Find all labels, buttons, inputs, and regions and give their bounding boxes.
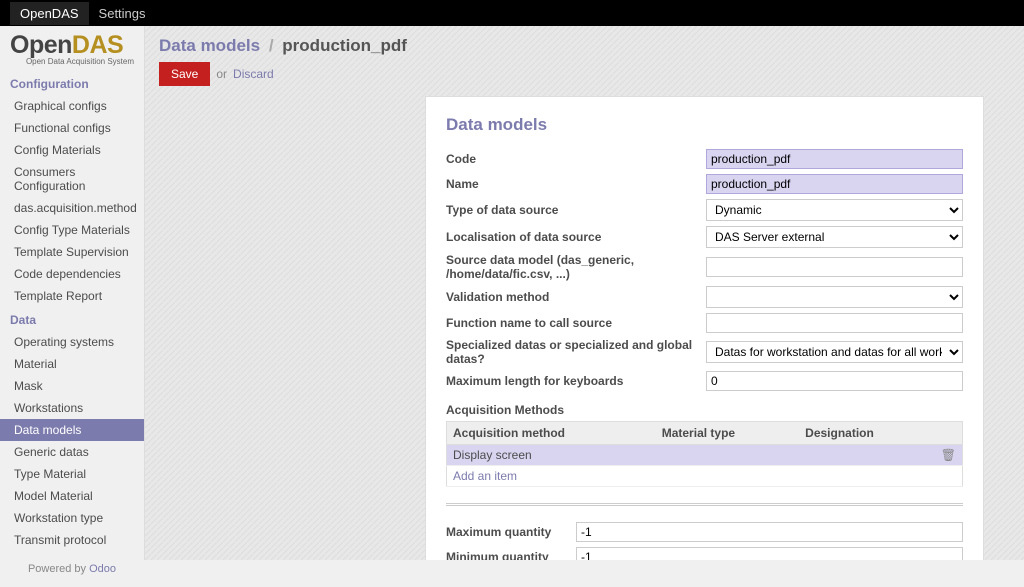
sidebar-item[interactable]: Consumers Configuration xyxy=(0,161,144,197)
func-input[interactable] xyxy=(706,313,963,333)
sidebar-item[interactable]: Functional configs xyxy=(0,117,144,139)
sidebar-item[interactable]: Template Supervision xyxy=(0,241,144,263)
sidebar-item[interactable]: Transmit protocol xyxy=(0,529,144,551)
add-item-link[interactable]: Add an item xyxy=(447,466,963,487)
label-src: Source data model (das_generic, /home/da… xyxy=(446,253,706,281)
name-input[interactable] xyxy=(706,174,963,194)
sidebar-item[interactable]: Workstations xyxy=(0,397,144,419)
topbar-app[interactable]: OpenDAS xyxy=(10,2,89,25)
topbar: OpenDAS Settings xyxy=(0,0,1024,26)
label-code: Code xyxy=(446,152,706,166)
sidebar-item[interactable]: Config Materials xyxy=(0,139,144,161)
discard-link[interactable]: Discard xyxy=(233,67,274,81)
maxlen-input[interactable] xyxy=(706,371,963,391)
label-maxlen: Maximum length for keyboards xyxy=(446,374,706,388)
acq-table: Acquisition method Material type Designa… xyxy=(446,421,963,487)
acq-section: Acquisition Methods xyxy=(446,403,963,417)
sidebar-item[interactable]: das.acquisition.method xyxy=(0,197,144,219)
main: Data models / production_pdf Save or Dis… xyxy=(145,26,1024,560)
sidebar-section-data: Data xyxy=(0,307,144,331)
valid-select[interactable] xyxy=(706,286,963,308)
breadcrumb: Data models / production_pdf xyxy=(145,26,1024,62)
sidebar-item[interactable]: Config Type Materials xyxy=(0,219,144,241)
breadcrumb-root[interactable]: Data models xyxy=(159,36,260,55)
src-input[interactable] xyxy=(706,257,963,277)
footer-link[interactable]: Odoo xyxy=(89,563,116,575)
form-card: Data models Code Name Type of data sourc… xyxy=(425,96,984,560)
label-valid: Validation method xyxy=(446,290,706,304)
topbar-settings[interactable]: Settings xyxy=(89,2,156,25)
sidebar-item[interactable]: Operating systems xyxy=(0,331,144,353)
footer: Powered by Odoo xyxy=(0,551,144,587)
sidebar-item[interactable]: Code dependencies xyxy=(0,263,144,285)
label-func: Function name to call source xyxy=(446,316,706,330)
type-select[interactable]: Dynamic xyxy=(706,199,963,221)
delete-row-icon[interactable]: 🗑 xyxy=(935,445,963,466)
sidebar-item[interactable]: Data models xyxy=(0,419,144,441)
label-type: Type of data source xyxy=(446,203,706,217)
or-text: or xyxy=(216,67,227,81)
sidebar-section-config: Configuration xyxy=(0,71,144,95)
sidebar-item[interactable]: Model Material xyxy=(0,485,144,507)
maxq-input[interactable] xyxy=(576,522,963,542)
sidebar-item[interactable]: Mask xyxy=(0,375,144,397)
code-input[interactable] xyxy=(706,149,963,169)
sidebar: OpenDAS Open Data Acquisition System Con… xyxy=(0,26,145,560)
sidebar-item[interactable]: Template Report xyxy=(0,285,144,307)
logo: OpenDAS Open Data Acquisition System xyxy=(0,31,144,71)
sidebar-item[interactable]: Material xyxy=(0,353,144,375)
minq-input[interactable] xyxy=(576,547,963,560)
label-loc: Localisation of data source xyxy=(446,230,706,244)
label-spec: Specialized datas or specialized and glo… xyxy=(446,338,706,366)
sidebar-item[interactable]: Type Material xyxy=(0,463,144,485)
sidebar-item[interactable]: Graphical configs xyxy=(0,95,144,117)
sidebar-item[interactable]: Workstation type xyxy=(0,507,144,529)
form-title: Data models xyxy=(446,115,963,135)
spec-select[interactable]: Datas for workstation and datas for all … xyxy=(706,341,963,363)
label-name: Name xyxy=(446,177,706,191)
label-maxq: Maximum quantity xyxy=(446,525,576,539)
label-minq: Minimum quantity xyxy=(446,550,576,560)
loc-select[interactable]: DAS Server external xyxy=(706,226,963,248)
breadcrumb-current: production_pdf xyxy=(282,36,407,55)
sidebar-item[interactable]: Generic datas xyxy=(0,441,144,463)
save-button[interactable]: Save xyxy=(159,62,210,86)
table-row[interactable]: Display screen 🗑 xyxy=(447,445,963,466)
